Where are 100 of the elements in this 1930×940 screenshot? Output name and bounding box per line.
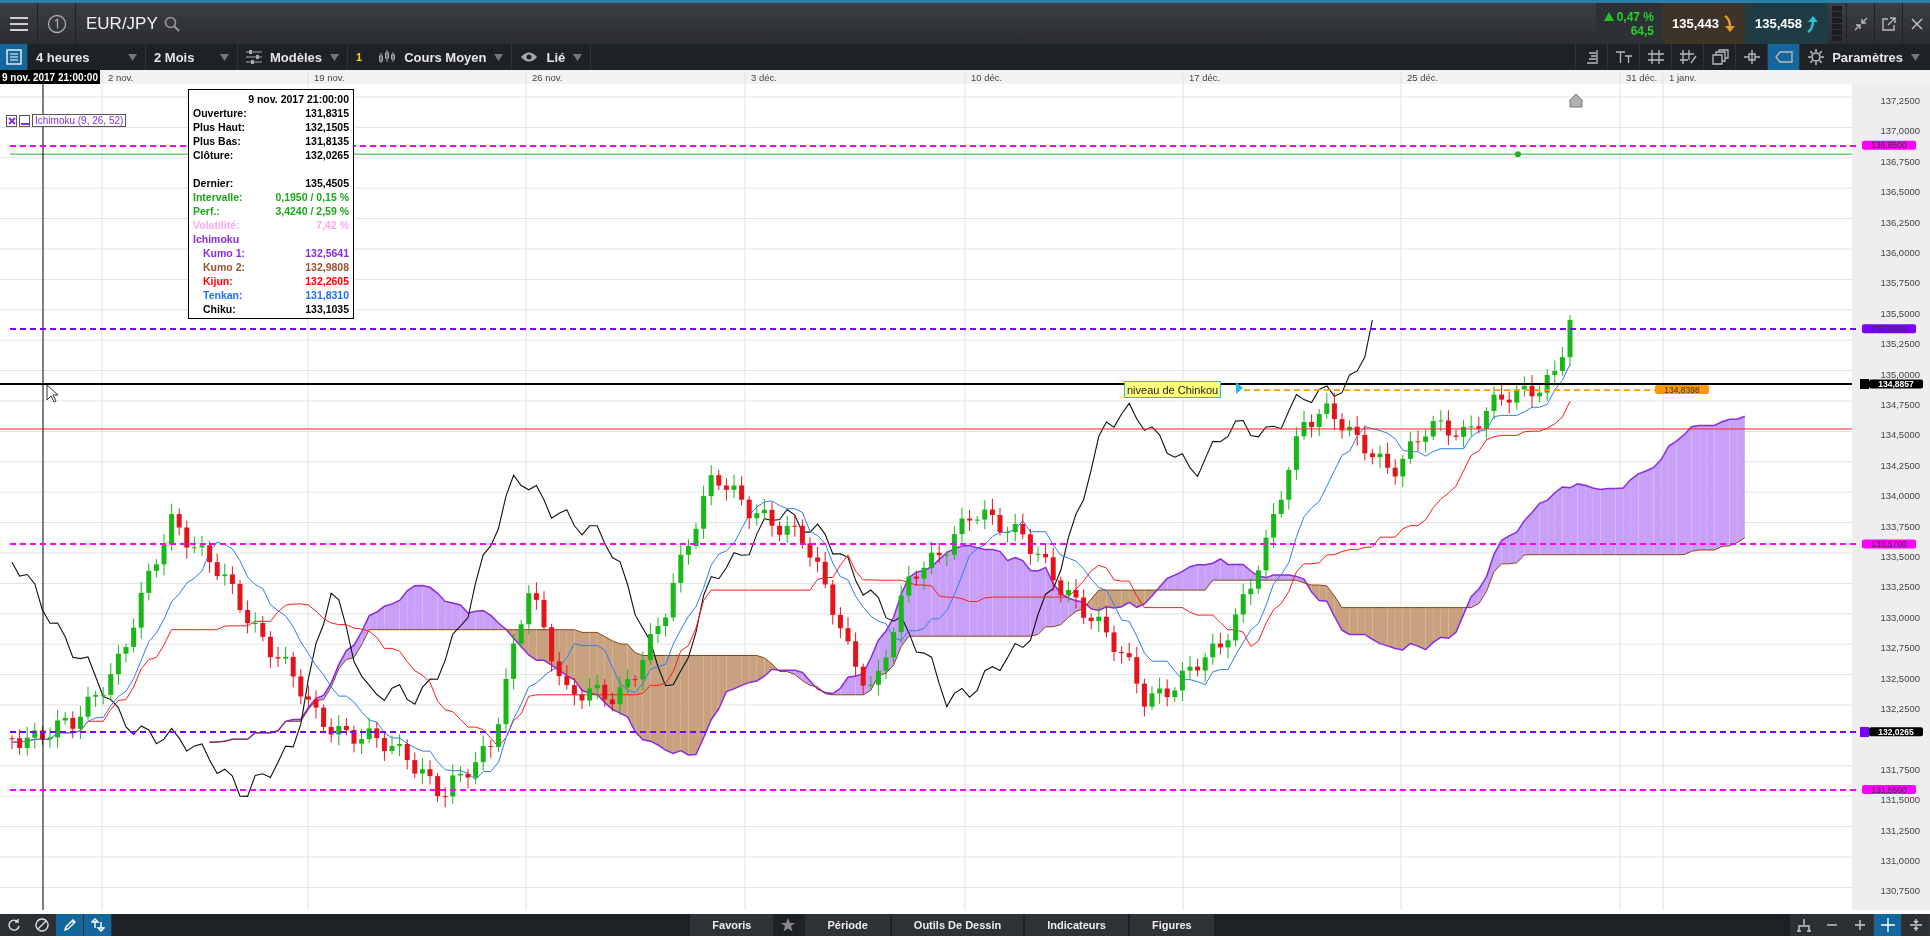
tooltip-value: 0,1950 / 0,15 %: [275, 190, 349, 204]
tooltip-label: Kumo 2:: [203, 260, 245, 274]
down-arrow-icon: [1723, 14, 1735, 33]
marker-dot: [1515, 151, 1521, 158]
price-axis-label: 131,2500: [1880, 824, 1920, 836]
minimize-indicator-button[interactable]: [19, 114, 30, 127]
tooltip-value: 132,0265: [305, 148, 349, 162]
tooltip-label: Intervalle:: [193, 190, 243, 204]
caret-icon: [573, 53, 583, 61]
tooltip-value: 132,2605: [305, 274, 349, 288]
price-axis-label: 135,7500: [1880, 277, 1920, 289]
tooltip-label: Clôture:: [193, 148, 234, 162]
up-arrow-icon: [1806, 14, 1818, 33]
bottom-tab[interactable]: Figures: [1129, 914, 1214, 936]
bottom-tab[interactable]: Période: [805, 914, 890, 936]
price-axis-label: 134,7500: [1880, 399, 1920, 410]
price-axis-label: 131,0000: [1880, 855, 1920, 866]
price-axis-label: 136,5000: [1880, 186, 1920, 198]
draw-grid-icon: [1678, 49, 1697, 65]
settings-icon: [1808, 49, 1825, 65]
list-view-button[interactable]: [0, 44, 28, 70]
level-bars-icon: [1832, 5, 1842, 42]
bottom-tab[interactable]: Outils De Dessin: [891, 914, 1024, 936]
mouse-cursor-icon: [46, 384, 59, 403]
home-marker-icon: [1569, 93, 1583, 108]
price-tag: 135,3400: [1862, 323, 1916, 334]
date-axis-label: 31 déc.: [1626, 72, 1658, 83]
date-axis-label: 10 déc.: [971, 72, 1003, 83]
price-tag: 133,5700: [1862, 539, 1916, 549]
windows-icon: [1710, 49, 1729, 65]
remove-indicator-button[interactable]: [6, 114, 17, 127]
caret-icon: [128, 53, 137, 61]
tooltip-label: Plus Bas:: [193, 134, 241, 148]
price-axis-label: 131,7500: [1880, 763, 1920, 775]
price-axis-label: 133,7500: [1880, 520, 1920, 532]
bottom-tool-button[interactable]: [1874, 914, 1902, 936]
tag-icon: [1774, 49, 1793, 65]
date-axis-label: 17 déc.: [1189, 72, 1221, 83]
pencil-icon: [62, 918, 77, 932]
price-axis-label: 132,7500: [1880, 642, 1920, 654]
price-axis-label: 133,2500: [1880, 581, 1920, 593]
close-icon: [7, 116, 16, 125]
bottom-tool-button[interactable]: [1790, 914, 1818, 936]
bottom-tab[interactable]: Indicateurs: [1025, 914, 1128, 936]
caret-icon: [494, 53, 504, 61]
bottom-tool-button[interactable]: [1846, 914, 1874, 936]
buy-price-button[interactable]: 135,458: [1745, 3, 1828, 44]
price-axis-label: 132,5000: [1880, 672, 1920, 684]
bottom-tool-button[interactable]: [0, 914, 28, 936]
tooltip-value: 132,9808: [305, 260, 349, 274]
tooltip-label: Tenkan:: [203, 288, 243, 302]
up-down-arrows-icon: [90, 918, 105, 932]
price-axis-label: 132,2500: [1880, 703, 1920, 714]
price-axis-label: 136,7500: [1880, 155, 1920, 167]
search-icon[interactable]: [163, 15, 180, 32]
bottom-tool-button[interactable]: [28, 914, 56, 936]
date-axis-label: 2 nov.: [108, 72, 134, 83]
price-axis-label: 130,7500: [1880, 885, 1920, 897]
label-pointer-icon: [1236, 382, 1243, 394]
split-icon: [1908, 918, 1923, 932]
minimize-icon: [20, 122, 29, 125]
bottom-tool-button[interactable]: [84, 914, 112, 936]
tooltip-value: 135,4505: [305, 176, 349, 190]
tooltip-value: 131,8135: [305, 134, 349, 148]
menu-icon: [9, 16, 28, 31]
price-axis-label: 136,2500: [1880, 216, 1920, 228]
change-percent: 0,47 %: [1616, 9, 1654, 24]
price-axis-label: 136,0000: [1880, 247, 1920, 258]
sell-price-button[interactable]: 135,443: [1662, 3, 1745, 44]
tooltip-value: 132,1505: [305, 120, 349, 134]
crosshair-icon: [1880, 918, 1895, 932]
chinkou-level-label: niveau de Chinkou: [1124, 381, 1222, 398]
collapse-icon: [1853, 16, 1868, 31]
bottom-tool-button[interactable]: [56, 914, 84, 936]
tooltip-value: 133,1035: [305, 302, 349, 316]
sliders-icon: [246, 50, 262, 64]
eye-icon: [520, 51, 539, 63]
indicator-label[interactable]: Ichimoku (9, 26, 52): [32, 114, 127, 127]
star-icon[interactable]: [781, 918, 796, 932]
tooltip-date: 9 nov. 2017 21:00:00: [247, 92, 349, 106]
price-axis-label: 131,5000: [1880, 794, 1920, 806]
caret-icon: [1911, 53, 1920, 61]
bottom-tool-button[interactable]: [1902, 914, 1930, 936]
tooltip-label: Kumo 1:: [203, 246, 245, 260]
price-axis-label: 137,0000: [1880, 125, 1920, 137]
candlestick-icon: [378, 50, 397, 64]
price-axis-label: 135,2500: [1880, 338, 1920, 350]
price-axis-label: 135,5000: [1880, 307, 1920, 319]
price-axis-label: 135,0000: [1880, 368, 1920, 380]
external-window-icon: [1881, 16, 1896, 31]
price-axis-label: 137,2500: [1880, 95, 1920, 106]
chart-tool-button[interactable]: [1767, 44, 1800, 70]
bottom-tab[interactable]: Favoris: [690, 914, 774, 936]
date-axis-label: 25 déc.: [1407, 72, 1439, 83]
price-tag: 134,8857: [1869, 379, 1923, 389]
price-axis-label: 133,5000: [1880, 551, 1920, 562]
tooltip-label: Kijun:: [203, 274, 233, 288]
tooltip-value: 3,4240 / 2,59 %: [275, 204, 349, 218]
tooltip-value: 7,42 %: [316, 218, 349, 232]
date-axis-label: 19 nov.: [314, 72, 345, 83]
